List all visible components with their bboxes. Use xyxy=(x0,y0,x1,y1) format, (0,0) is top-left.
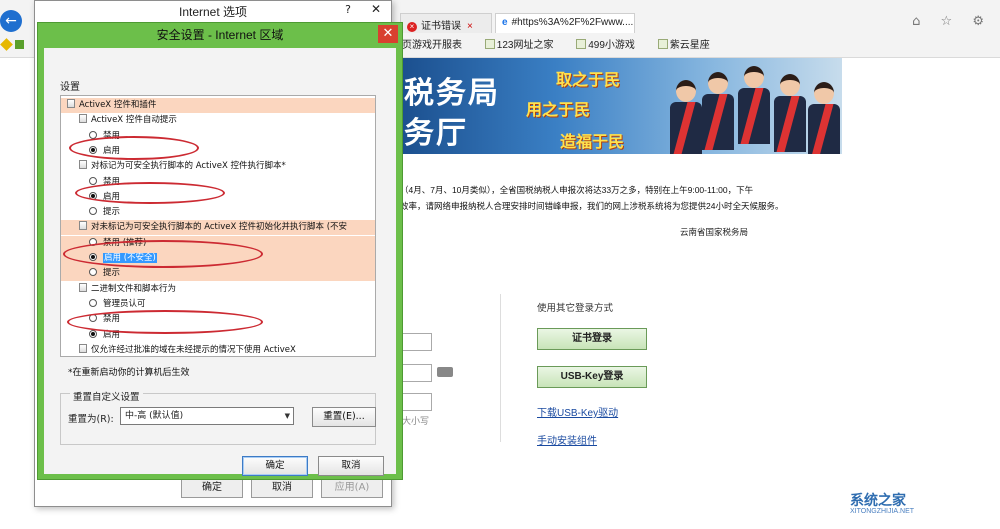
download-driver-link[interactable]: 下载USB-Key驱动 xyxy=(537,404,618,419)
banner-title-2: 务厅 xyxy=(404,116,468,151)
setting-label: 提示 xyxy=(103,268,121,279)
annotation-oval xyxy=(69,136,199,160)
settings-tree[interactable]: ActiveX 控件和插件 ActiveX 控件自动提示 禁用 启用 对标记为可安全执行… xyxy=(60,95,376,357)
reset-button[interactable]: 重置(E)... xyxy=(312,407,376,427)
notice-signature: 云南省国家税务局 xyxy=(680,227,749,237)
settings-page-icon xyxy=(67,99,75,108)
radio-unchecked-icon[interactable] xyxy=(89,207,97,216)
setting-radio-option[interactable]: 提示 xyxy=(61,266,375,282)
setting-label: 二进制文件和脚本行为 xyxy=(91,283,177,294)
favorites-bar: 网页游戏开服表 123网址之家 499小游戏 紫云星座 xyxy=(392,36,730,54)
usbkey-login-button[interactable]: USB-Key登录 xyxy=(537,366,647,388)
captcha-input[interactable] xyxy=(400,364,432,382)
tab-label: #https%3A%2F%2Fwww.... xyxy=(511,17,634,28)
dialog-title: Internet 选项 xyxy=(35,1,391,23)
reset-level-value: 中-高 (默认值) xyxy=(125,411,184,421)
captcha-image-icon[interactable] xyxy=(437,367,453,377)
radio-unchecked-icon[interactable] xyxy=(89,176,97,185)
settings-label: 设置 xyxy=(60,82,80,93)
page-icon xyxy=(657,39,668,49)
slogan-3: 造福于民 xyxy=(560,132,625,151)
setting-label: 对未标记为可安全执行脚本的 ActiveX 控件初始化并执行脚本 (不安 xyxy=(91,222,348,233)
dialog-title: 安全设置 - Internet 区域 xyxy=(156,28,284,42)
settings-page-icon xyxy=(79,114,87,124)
tab-label: 证书错误 xyxy=(421,21,461,32)
username-input[interactable] xyxy=(400,333,432,351)
divider xyxy=(500,294,501,442)
setting-label: 仅允许经过批准的域在未经提示的情况下使用 ActiveX xyxy=(91,344,296,355)
slogan-2: 用之于民 xyxy=(526,100,591,119)
io-cancel-button[interactable]: 取消 xyxy=(251,478,313,498)
page-icon xyxy=(576,39,587,49)
settings-page-icon xyxy=(79,343,87,353)
case-hint: 大小写 xyxy=(402,417,430,427)
banner-title-1: 税务局 xyxy=(404,76,500,111)
setting-item: 仅允许经过批准的域在未经提示的情况下使用 ActiveX xyxy=(61,343,375,356)
tax-banner: 税务局 务厅 取之于民 用之于民 造福于民 xyxy=(400,58,842,154)
dialog-body: 设置 ActiveX 控件和插件 ActiveX 控件自动提示 禁用 启用 对标记为可安… xyxy=(44,48,396,476)
annotation-oval xyxy=(63,240,263,268)
setting-radio-option[interactable]: 管理员认可 xyxy=(61,297,375,312)
fav-item-1[interactable]: 网页游戏开服表 xyxy=(392,40,472,51)
settings-page-icon xyxy=(79,221,87,231)
restart-note: *在重新启动你的计算机后生效 xyxy=(68,368,190,378)
ok-button[interactable]: 确定 xyxy=(242,456,308,476)
setting-label: 管理员认可 xyxy=(103,298,146,309)
help-icon[interactable]: ? xyxy=(345,3,351,16)
tab-active-url[interactable]: e #https%3A%2F%2Fwww.... xyxy=(495,13,635,33)
back-arrow-icon[interactable]: ← xyxy=(0,10,22,32)
annotation-oval xyxy=(75,182,225,204)
setting-item: 对未标记为可安全执行脚本的 ActiveX 控件初始化并执行脚本 (不安 xyxy=(61,220,375,236)
chevron-down-icon: ▼ xyxy=(284,412,290,420)
reset-to-label: 重置为(R): xyxy=(68,414,114,425)
tab-close-icon[interactable]: × xyxy=(467,21,473,32)
reset-group-label: 重置自定义设置 xyxy=(70,389,143,403)
favorites-icon[interactable] xyxy=(0,38,30,52)
security-settings-dialog: 安全设置 - Internet 区域 ✕ 设置 ActiveX 控件和插件 Act… xyxy=(37,22,403,480)
fav-item-2[interactable]: 123网址之家 xyxy=(484,39,564,51)
settings-page-icon xyxy=(79,282,87,292)
close-icon[interactable]: ✕ xyxy=(363,2,389,20)
close-icon[interactable]: ✕ xyxy=(378,25,398,43)
watermark-logo: 系统之家 XITONGZHIJIA.NET xyxy=(850,492,915,515)
annotation-oval xyxy=(67,310,263,334)
notice-text: （4月、7月、10月类似），全省国税纳税人申报次将达33万之多，特别在上午9:0… xyxy=(400,185,784,211)
setting-item: ActiveX 控件自动提示 xyxy=(61,113,375,128)
tab-cert-error[interactable]: × 证书错误 × xyxy=(400,13,492,33)
io-apply-button[interactable]: 应用(A) xyxy=(321,478,383,498)
slogan-1: 取之于民 xyxy=(556,70,621,89)
setting-radio-option[interactable]: 提示 xyxy=(61,205,375,220)
cancel-button[interactable]: 取消 xyxy=(318,456,384,476)
reset-level-select[interactable]: 中-高 (默认值) ▼ xyxy=(120,407,294,425)
radio-checked-icon[interactable] xyxy=(89,329,97,338)
other-login-label: 使用其它登录方式 xyxy=(537,303,614,314)
setting-label: ActiveX 控件自动提示 xyxy=(91,115,177,126)
page-icon xyxy=(484,39,495,49)
radio-unchecked-icon[interactable] xyxy=(89,298,97,307)
setting-label: 提示 xyxy=(103,207,121,218)
setting-label: 对标记为可安全执行脚本的 ActiveX 控件执行脚本* xyxy=(91,161,286,172)
io-ok-button[interactable]: 确定 xyxy=(181,478,243,498)
setting-label: ActiveX 控件和插件 xyxy=(79,100,157,110)
error-icon: × xyxy=(407,22,417,32)
password-input[interactable] xyxy=(400,393,432,411)
setting-item: 二进制文件和脚本行为 xyxy=(61,282,375,297)
radio-unchecked-icon[interactable] xyxy=(89,268,97,277)
setting-group: ActiveX 控件和插件 xyxy=(61,98,375,113)
fav-item-3[interactable]: 499小游戏 xyxy=(576,39,645,51)
settings-page-icon xyxy=(79,160,87,170)
browser-nav-icons[interactable]: ⌂ ☆ ⚙ xyxy=(912,14,992,29)
cert-login-button[interactable]: 证书登录 xyxy=(537,328,647,350)
ie-icon: e xyxy=(502,17,508,28)
fav-item-4[interactable]: 紫云星座 xyxy=(657,39,720,51)
setting-item: 对标记为可安全执行脚本的 ActiveX 控件执行脚本* xyxy=(61,159,375,174)
manual-install-link[interactable]: 手动安装组件 xyxy=(537,432,597,447)
staff-photo xyxy=(660,58,842,154)
